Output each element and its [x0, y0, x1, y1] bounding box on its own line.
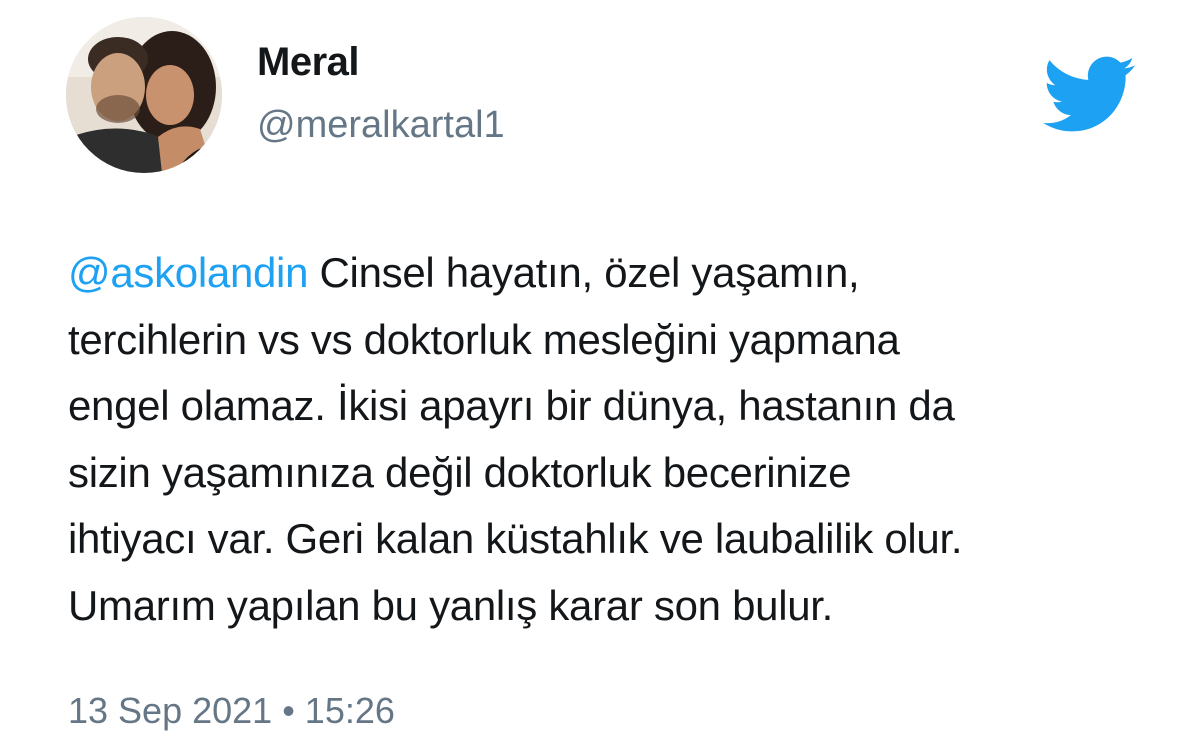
profile-photo-icon — [66, 17, 222, 173]
tweet-card: Meral @meralkartal1 @askolandin Cinsel h… — [0, 0, 1200, 736]
tweet-line: @askolandin Cinsel hayatın, özel yaşamın… — [68, 240, 1178, 307]
tweet-timestamp[interactable]: 13 Sep 2021 • 15:26 — [68, 690, 395, 732]
tweet-line: ihtiyacı var. Geri kalan küstahlık ve la… — [68, 515, 963, 562]
tweet-line: Umarım yapılan bu yanlış karar son bulur… — [68, 581, 834, 629]
avatar[interactable] — [66, 17, 222, 173]
mention-link[interactable]: @askolandin — [68, 249, 308, 296]
tweet-line: tercihlerin vs vs doktorluk mesleğini ya… — [68, 315, 900, 363]
twitter-bird-icon — [1043, 56, 1135, 132]
user-handle[interactable]: @meralkartal1 — [257, 104, 505, 147]
tweet-line: sizin yaşamınıza değil doktorluk becerin… — [68, 448, 852, 496]
tweet-body: @askolandin Cinsel hayatın, özel yaşamın… — [68, 240, 1178, 639]
tweet-line-text: Cinsel hayatın, özel yaşamın, — [308, 249, 860, 296]
display-name[interactable]: Meral — [257, 40, 360, 85]
tweet-line: engel olamaz. İkisi apayrı bir dünya, ha… — [68, 382, 955, 429]
